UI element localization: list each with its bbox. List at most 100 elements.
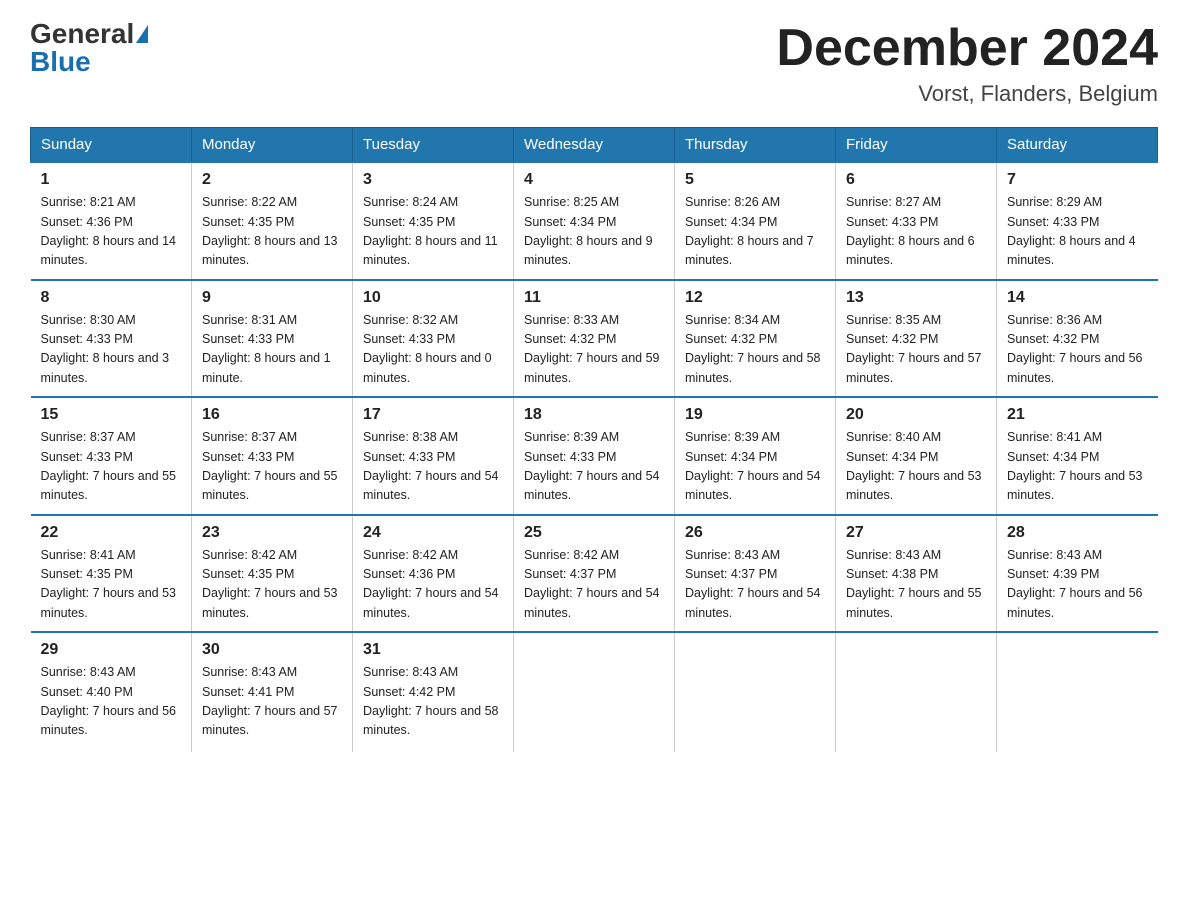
weekday-header-saturday: Saturday	[997, 128, 1158, 163]
day-number: 10	[363, 289, 503, 307]
day-info: Sunrise: 8:39 AMSunset: 4:33 PMDaylight:…	[524, 430, 660, 502]
day-info: Sunrise: 8:30 AMSunset: 4:33 PMDaylight:…	[41, 313, 170, 385]
day-info: Sunrise: 8:37 AMSunset: 4:33 PMDaylight:…	[202, 430, 338, 502]
day-number: 2	[202, 171, 342, 189]
day-number: 7	[1007, 171, 1148, 189]
logo-general-text: General	[30, 20, 134, 48]
calendar-week-row: 15 Sunrise: 8:37 AMSunset: 4:33 PMDaylig…	[31, 397, 1158, 515]
calendar-cell: 6 Sunrise: 8:27 AMSunset: 4:33 PMDayligh…	[836, 162, 997, 280]
day-info: Sunrise: 8:41 AMSunset: 4:35 PMDaylight:…	[41, 548, 177, 620]
calendar-cell: 31 Sunrise: 8:43 AMSunset: 4:42 PMDaylig…	[353, 632, 514, 752]
calendar-cell: 17 Sunrise: 8:38 AMSunset: 4:33 PMDaylig…	[353, 397, 514, 515]
day-number: 28	[1007, 524, 1148, 542]
day-info: Sunrise: 8:24 AMSunset: 4:35 PMDaylight:…	[363, 195, 498, 267]
day-number: 27	[846, 524, 986, 542]
day-number: 1	[41, 171, 182, 189]
calendar-cell: 12 Sunrise: 8:34 AMSunset: 4:32 PMDaylig…	[675, 280, 836, 398]
title-block: December 2024 Vorst, Flanders, Belgium	[776, 20, 1158, 107]
calendar-cell: 27 Sunrise: 8:43 AMSunset: 4:38 PMDaylig…	[836, 515, 997, 633]
day-number: 17	[363, 406, 503, 424]
day-number: 19	[685, 406, 825, 424]
day-info: Sunrise: 8:27 AMSunset: 4:33 PMDaylight:…	[846, 195, 975, 267]
calendar-cell: 20 Sunrise: 8:40 AMSunset: 4:34 PMDaylig…	[836, 397, 997, 515]
day-info: Sunrise: 8:26 AMSunset: 4:34 PMDaylight:…	[685, 195, 814, 267]
calendar-cell: 29 Sunrise: 8:43 AMSunset: 4:40 PMDaylig…	[31, 632, 192, 752]
calendar-cell	[514, 632, 675, 752]
day-number: 21	[1007, 406, 1148, 424]
day-number: 5	[685, 171, 825, 189]
calendar-cell: 10 Sunrise: 8:32 AMSunset: 4:33 PMDaylig…	[353, 280, 514, 398]
logo-blue-text: Blue	[30, 48, 91, 76]
day-info: Sunrise: 8:32 AMSunset: 4:33 PMDaylight:…	[363, 313, 492, 385]
day-number: 15	[41, 406, 182, 424]
calendar-cell	[997, 632, 1158, 752]
day-info: Sunrise: 8:43 AMSunset: 4:39 PMDaylight:…	[1007, 548, 1143, 620]
day-number: 12	[685, 289, 825, 307]
day-info: Sunrise: 8:38 AMSunset: 4:33 PMDaylight:…	[363, 430, 499, 502]
day-number: 18	[524, 406, 664, 424]
day-info: Sunrise: 8:40 AMSunset: 4:34 PMDaylight:…	[846, 430, 982, 502]
day-info: Sunrise: 8:33 AMSunset: 4:32 PMDaylight:…	[524, 313, 660, 385]
day-info: Sunrise: 8:22 AMSunset: 4:35 PMDaylight:…	[202, 195, 338, 267]
calendar-cell: 16 Sunrise: 8:37 AMSunset: 4:33 PMDaylig…	[192, 397, 353, 515]
day-info: Sunrise: 8:21 AMSunset: 4:36 PMDaylight:…	[41, 195, 177, 267]
calendar-cell: 1 Sunrise: 8:21 AMSunset: 4:36 PMDayligh…	[31, 162, 192, 280]
calendar-week-row: 29 Sunrise: 8:43 AMSunset: 4:40 PMDaylig…	[31, 632, 1158, 752]
weekday-header-row: SundayMondayTuesdayWednesdayThursdayFrid…	[31, 128, 1158, 163]
day-number: 22	[41, 524, 182, 542]
day-number: 11	[524, 289, 664, 307]
day-number: 25	[524, 524, 664, 542]
calendar-cell: 23 Sunrise: 8:42 AMSunset: 4:35 PMDaylig…	[192, 515, 353, 633]
page-header: General Blue December 2024 Vorst, Flande…	[30, 20, 1158, 107]
calendar-cell: 2 Sunrise: 8:22 AMSunset: 4:35 PMDayligh…	[192, 162, 353, 280]
day-info: Sunrise: 8:37 AMSunset: 4:33 PMDaylight:…	[41, 430, 177, 502]
calendar-week-row: 8 Sunrise: 8:30 AMSunset: 4:33 PMDayligh…	[31, 280, 1158, 398]
weekday-header-wednesday: Wednesday	[514, 128, 675, 163]
calendar-cell: 7 Sunrise: 8:29 AMSunset: 4:33 PMDayligh…	[997, 162, 1158, 280]
day-number: 31	[363, 641, 503, 659]
calendar-cell: 14 Sunrise: 8:36 AMSunset: 4:32 PMDaylig…	[997, 280, 1158, 398]
calendar-cell: 28 Sunrise: 8:43 AMSunset: 4:39 PMDaylig…	[997, 515, 1158, 633]
calendar-cell: 25 Sunrise: 8:42 AMSunset: 4:37 PMDaylig…	[514, 515, 675, 633]
calendar-cell: 4 Sunrise: 8:25 AMSunset: 4:34 PMDayligh…	[514, 162, 675, 280]
calendar-cell: 22 Sunrise: 8:41 AMSunset: 4:35 PMDaylig…	[31, 515, 192, 633]
month-title: December 2024	[776, 20, 1158, 77]
day-number: 30	[202, 641, 342, 659]
day-info: Sunrise: 8:42 AMSunset: 4:37 PMDaylight:…	[524, 548, 660, 620]
day-number: 23	[202, 524, 342, 542]
day-info: Sunrise: 8:29 AMSunset: 4:33 PMDaylight:…	[1007, 195, 1136, 267]
weekday-header-tuesday: Tuesday	[353, 128, 514, 163]
day-info: Sunrise: 8:39 AMSunset: 4:34 PMDaylight:…	[685, 430, 821, 502]
day-number: 6	[846, 171, 986, 189]
day-info: Sunrise: 8:25 AMSunset: 4:34 PMDaylight:…	[524, 195, 653, 267]
day-number: 16	[202, 406, 342, 424]
calendar-cell: 5 Sunrise: 8:26 AMSunset: 4:34 PMDayligh…	[675, 162, 836, 280]
calendar-cell: 15 Sunrise: 8:37 AMSunset: 4:33 PMDaylig…	[31, 397, 192, 515]
day-info: Sunrise: 8:36 AMSunset: 4:32 PMDaylight:…	[1007, 313, 1143, 385]
day-info: Sunrise: 8:41 AMSunset: 4:34 PMDaylight:…	[1007, 430, 1143, 502]
day-number: 29	[41, 641, 182, 659]
calendar-cell: 21 Sunrise: 8:41 AMSunset: 4:34 PMDaylig…	[997, 397, 1158, 515]
day-number: 20	[846, 406, 986, 424]
calendar-cell: 13 Sunrise: 8:35 AMSunset: 4:32 PMDaylig…	[836, 280, 997, 398]
logo: General Blue	[30, 20, 148, 76]
weekday-header-friday: Friday	[836, 128, 997, 163]
day-info: Sunrise: 8:31 AMSunset: 4:33 PMDaylight:…	[202, 313, 331, 385]
calendar-cell	[675, 632, 836, 752]
day-info: Sunrise: 8:34 AMSunset: 4:32 PMDaylight:…	[685, 313, 821, 385]
weekday-header-monday: Monday	[192, 128, 353, 163]
day-number: 4	[524, 171, 664, 189]
calendar-cell: 18 Sunrise: 8:39 AMSunset: 4:33 PMDaylig…	[514, 397, 675, 515]
day-info: Sunrise: 8:43 AMSunset: 4:41 PMDaylight:…	[202, 665, 338, 737]
day-info: Sunrise: 8:43 AMSunset: 4:40 PMDaylight:…	[41, 665, 177, 737]
day-info: Sunrise: 8:42 AMSunset: 4:35 PMDaylight:…	[202, 548, 338, 620]
day-info: Sunrise: 8:42 AMSunset: 4:36 PMDaylight:…	[363, 548, 499, 620]
day-number: 8	[41, 289, 182, 307]
day-info: Sunrise: 8:43 AMSunset: 4:38 PMDaylight:…	[846, 548, 982, 620]
calendar-cell: 26 Sunrise: 8:43 AMSunset: 4:37 PMDaylig…	[675, 515, 836, 633]
calendar-cell: 30 Sunrise: 8:43 AMSunset: 4:41 PMDaylig…	[192, 632, 353, 752]
day-number: 13	[846, 289, 986, 307]
calendar-table: SundayMondayTuesdayWednesdayThursdayFrid…	[30, 127, 1158, 752]
day-number: 9	[202, 289, 342, 307]
calendar-cell: 24 Sunrise: 8:42 AMSunset: 4:36 PMDaylig…	[353, 515, 514, 633]
